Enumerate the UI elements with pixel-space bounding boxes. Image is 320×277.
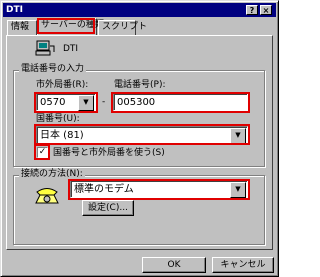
highlight-tab [37,18,95,34]
window-title: DTI [6,5,23,15]
close-icon: × [262,6,270,15]
title-bar: DTI [3,3,276,17]
ok-button[interactable]: OK [142,257,206,273]
use-country-area-label: 国番号と市外局番を使う(S) [53,148,165,158]
cancel-button[interactable]: キャンセル [212,257,274,273]
tab-script-label: スクリプト [102,22,148,32]
phone-separator: - [102,97,106,107]
help-icon: ? [249,6,255,15]
configure-button-label: 設定(C)... [88,203,128,213]
ok-button-label: OK [167,260,181,270]
cancel-button-label: キャンセル [220,260,266,270]
help-button[interactable]: ? [246,5,258,15]
highlight-phone-number [111,92,250,113]
highlight-area-code [34,92,98,113]
tab-info[interactable]: 情報 [7,20,37,35]
tab-script[interactable]: スクリプト [98,20,147,35]
highlight-country-code [34,124,250,145]
area-code-label: 市外局番(R): [36,80,89,90]
dialup-computer-icon [35,40,55,56]
connection-name: DTI [63,44,79,54]
configure-button[interactable]: 設定(C)... [82,200,134,216]
phone-number-label: 電話番号(P): [114,80,166,90]
highlight-modem [68,179,250,200]
highlight-checkbox [34,144,50,160]
modem-phone-icon [35,188,59,204]
close-button[interactable]: × [260,5,272,15]
tab-info-label: 情報 [11,22,30,32]
phone-group-title: 電話番号の入力 [19,64,87,75]
